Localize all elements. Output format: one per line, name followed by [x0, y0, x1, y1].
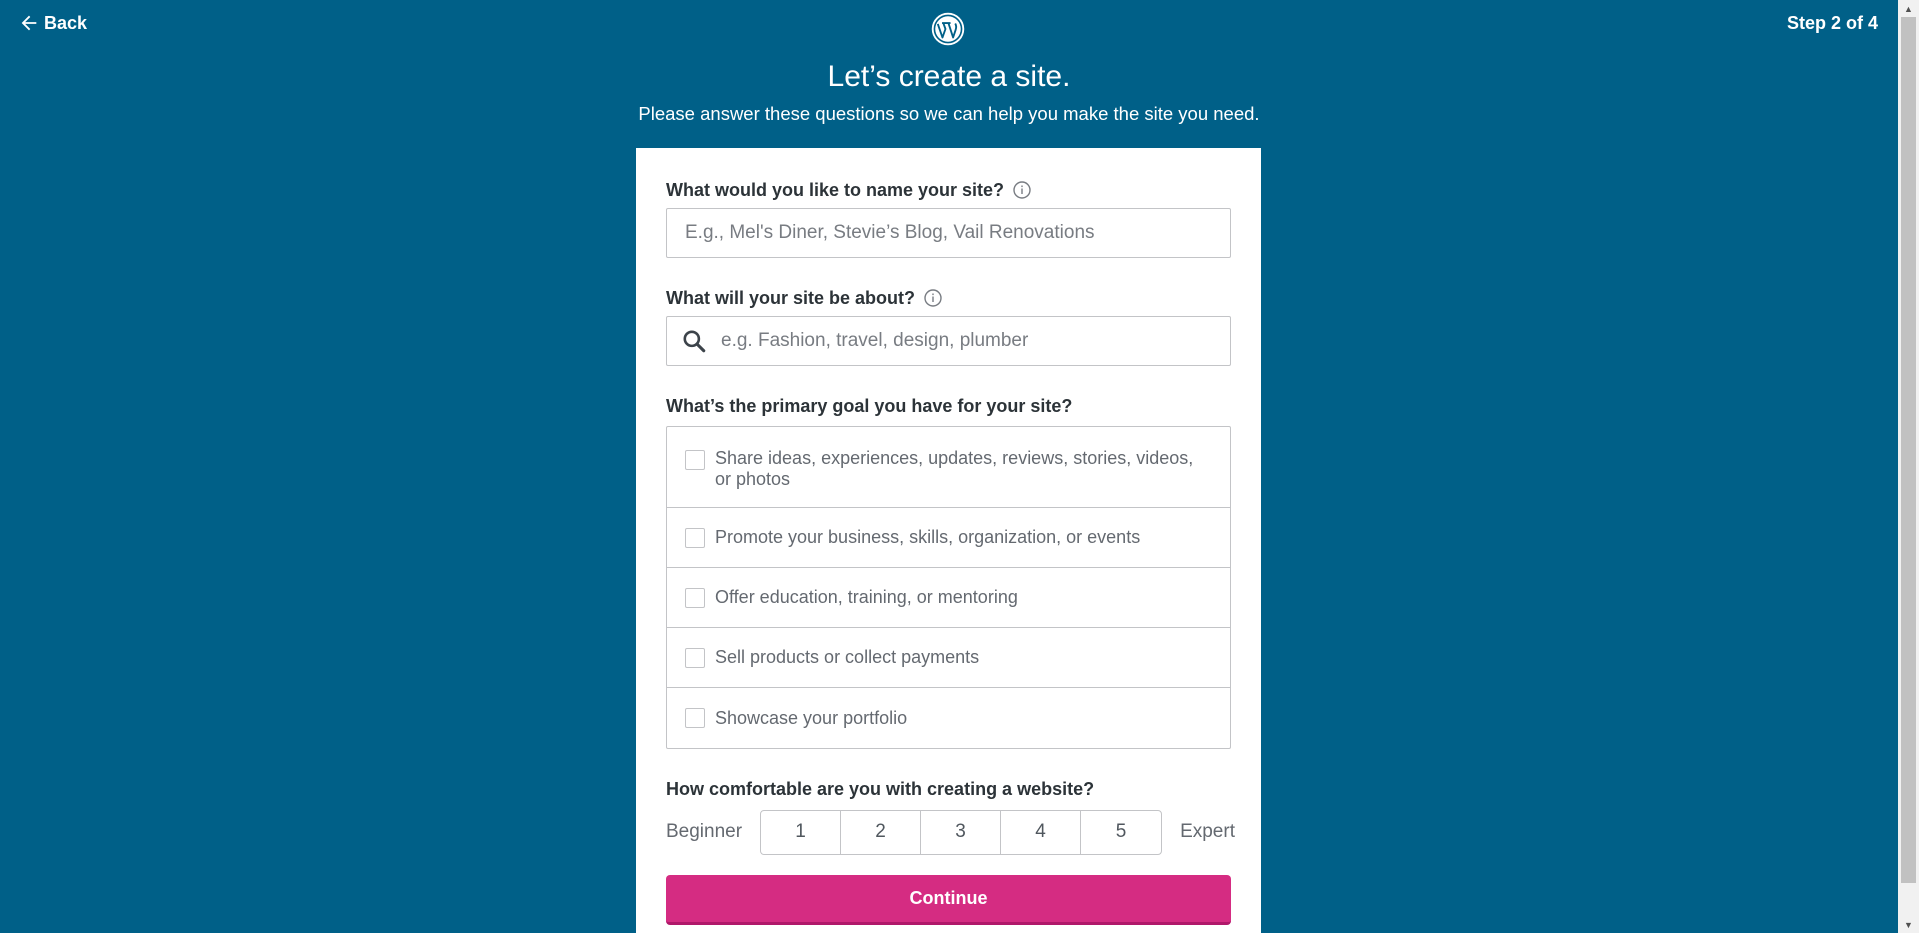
goal-checkbox[interactable] — [685, 527, 705, 548]
goal-option-share[interactable]: Share ideas, experiences, updates, revie… — [667, 427, 1230, 508]
goal-option-label: Share ideas, experiences, updates, revie… — [715, 448, 1194, 489]
goal-option-portfolio[interactable]: Showcase your portfolio — [667, 688, 1230, 748]
top-bar: Back Step 2 of 4 — [0, 0, 1898, 48]
goal-option-promote[interactable]: Promote your business, skills, organizat… — [667, 508, 1230, 568]
scale-max-label: Expert — [1180, 821, 1235, 842]
site-name-input[interactable]: E.g., Mel's Diner, Stevie’s Blog, Vail R… — [666, 208, 1231, 258]
continue-button[interactable]: Continue — [666, 875, 1231, 925]
comfort-option-2[interactable]: 2 — [841, 810, 922, 854]
wordpress-logo-icon — [931, 12, 965, 46]
search-icon — [683, 330, 706, 353]
comfort-segmented-control: 1 2 3 4 5 — [760, 809, 1163, 855]
back-button[interactable]: Back — [18, 12, 87, 34]
goal-option-sell[interactable]: Sell products or collect payments — [667, 628, 1230, 688]
comfort-option-4[interactable]: 4 — [1001, 810, 1082, 854]
scale-min-label: Beginner — [666, 821, 743, 842]
goal-checkbox[interactable] — [685, 708, 705, 728]
site-name-label-row: What would you like to name your site? — [666, 178, 1231, 202]
site-name-label: What would you like to name your site? — [666, 179, 1005, 200]
comfort-label: How comfortable are you with creating a … — [666, 778, 1095, 799]
site-topic-label: What will your site be about? — [666, 287, 916, 308]
step-indicator: Step 2 of 4 — [1786, 13, 1878, 33]
page-scrollbar[interactable]: ▲ ▼ — [1898, 0, 1919, 933]
info-icon[interactable] — [1012, 180, 1032, 200]
site-questions-form: What would you like to name your site? E… — [636, 148, 1261, 933]
site-topic-input[interactable]: e.g. Fashion, travel, design, plumber — [666, 316, 1231, 366]
goals-label: What’s the primary goal you have for you… — [666, 395, 1073, 416]
page-title: Let’s create a site. — [827, 60, 1071, 93]
scroll-down-arrow-icon[interactable]: ▼ — [1898, 916, 1919, 933]
arrow-left-icon — [21, 15, 37, 31]
comfort-section: How comfortable are you with creating a … — [666, 777, 1235, 855]
scroll-up-arrow-icon[interactable]: ▲ — [1898, 0, 1919, 17]
goal-option-label: Promote your business, skills, organizat… — [715, 527, 1141, 547]
comfort-scale: Beginner 1 2 3 4 5 Expert — [666, 809, 1235, 855]
info-icon[interactable] — [923, 288, 943, 308]
goal-option-educate[interactable]: Offer education, training, or mentoring — [667, 568, 1230, 628]
goals-section: What’s the primary goal you have for you… — [666, 394, 1231, 749]
comfort-option-1[interactable]: 1 — [761, 810, 842, 854]
goal-checkbox[interactable] — [685, 647, 705, 668]
page-subtitle: Please answer these questions so we can … — [638, 103, 1260, 124]
goals-list: Share ideas, experiences, updates, revie… — [666, 426, 1231, 749]
comfort-option-3[interactable]: 3 — [921, 810, 1002, 854]
site-topic-section: What will your site be about? e.g. Fashi… — [666, 286, 1231, 366]
site-topic-label-row: What will your site be about? — [666, 286, 1231, 310]
comfort-option-5[interactable]: 5 — [1081, 811, 1161, 854]
site-name-section: What would you like to name your site? E… — [666, 178, 1231, 258]
goal-option-label: Offer education, training, or mentoring — [715, 587, 1018, 607]
goal-checkbox[interactable] — [685, 450, 705, 470]
goal-option-label: Showcase your portfolio — [715, 707, 908, 728]
goal-option-label: Sell products or collect payments — [715, 647, 980, 667]
back-label: Back — [44, 12, 88, 33]
goal-checkbox[interactable] — [685, 587, 705, 608]
site-name-placeholder: E.g., Mel's Diner, Stevie’s Blog, Vail R… — [685, 222, 1095, 243]
scroll-thumb[interactable] — [1901, 17, 1916, 883]
site-topic-placeholder: e.g. Fashion, travel, design, plumber — [721, 330, 1029, 351]
